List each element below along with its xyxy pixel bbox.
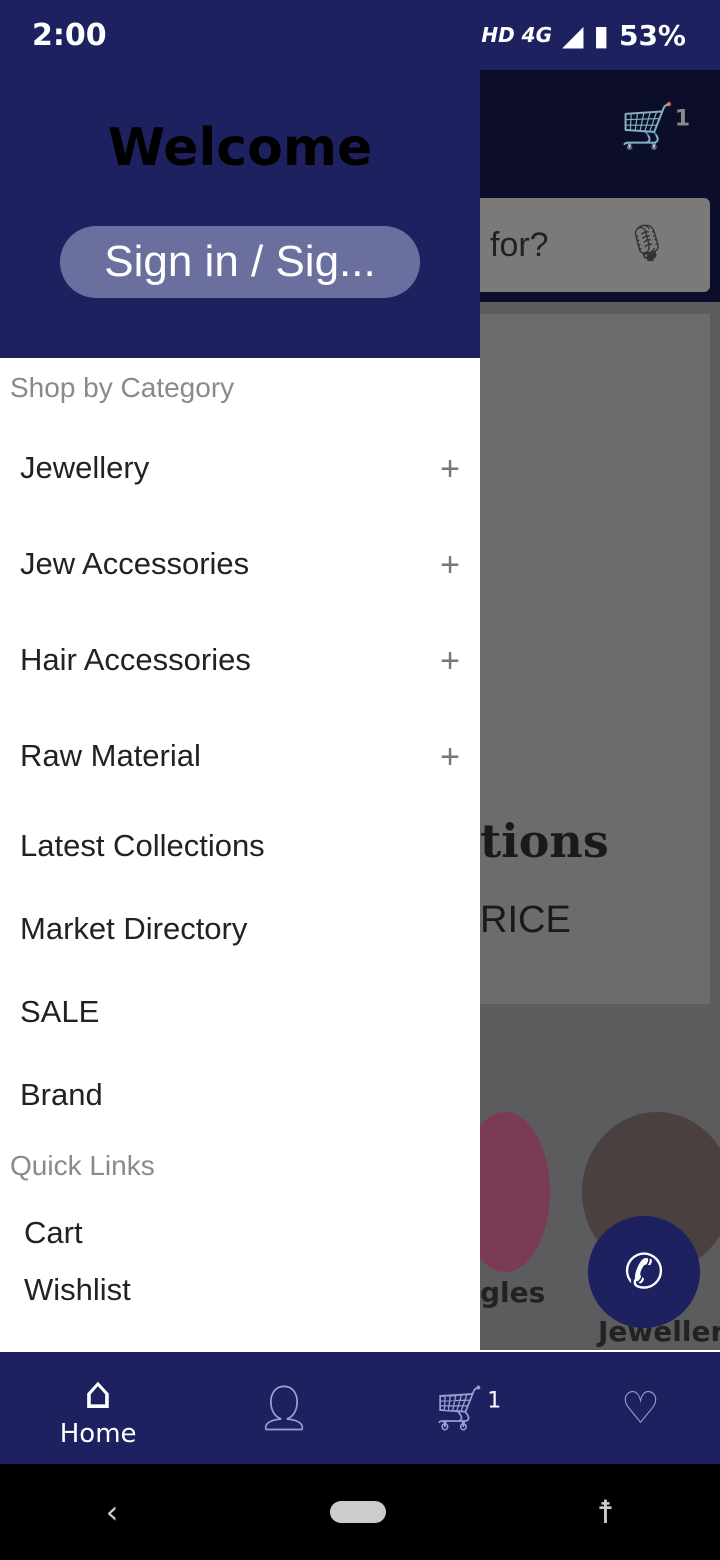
expand-plus-icon[interactable]: +	[440, 546, 460, 585]
menu-item-jewellery[interactable]: Jewellery +	[20, 450, 460, 489]
battery-icon: ▮	[593, 18, 609, 52]
user-icon: 👤︎	[256, 1383, 312, 1434]
menu-item-hair-accessories[interactable]: Hair Accessories +	[20, 642, 460, 681]
menu-label: Market Directory	[20, 911, 248, 946]
whatsapp-icon: ✆	[623, 1244, 665, 1300]
nav-wishlist[interactable]: ♡	[621, 1383, 660, 1434]
time: 2:00	[32, 17, 107, 53]
search-input[interactable]: for? 🎙	[480, 198, 710, 292]
cart-icon[interactable]: 🛒1	[620, 100, 690, 152]
menu-item-wishlist[interactable]: Wishlist	[24, 1272, 464, 1308]
back-icon[interactable]: ‹	[106, 1493, 119, 1531]
banner-subtitle: RICE	[480, 899, 571, 941]
menu-label: Hair Accessories	[20, 642, 251, 677]
home-icon: ⌂	[84, 1367, 113, 1419]
cart-icon: 🛒︎	[431, 1383, 488, 1434]
nav-home-label: Home	[59, 1418, 137, 1449]
menu-label: Raw Material	[20, 738, 201, 773]
menu-label: Latest Collections	[20, 828, 265, 863]
cart-badge: 1	[674, 106, 691, 132]
menu-label: SALE	[20, 994, 100, 1029]
nav-cart[interactable]: 🛒︎1	[431, 1382, 501, 1434]
menu-label: Wishlist	[24, 1272, 131, 1307]
mic-icon[interactable]: 🎙	[624, 222, 670, 264]
section-shop-by-category: Shop by Category	[10, 372, 235, 403]
whatsapp-button[interactable]: ✆	[588, 1216, 700, 1328]
accessibility-icon[interactable]: ☨	[597, 1493, 614, 1531]
signin-button[interactable]: Sign in / Sig...	[60, 226, 420, 298]
menu-item-brand[interactable]: Brand	[20, 1077, 460, 1113]
menu-item-sale[interactable]: SALE	[20, 994, 460, 1030]
nav-home[interactable]: ⌂ Home	[60, 1368, 137, 1449]
navigation-drawer: Welcome Sign in / Sig... Shop by Categor…	[0, 70, 480, 1348]
menu-label: Brand	[20, 1077, 103, 1112]
expand-plus-icon[interactable]: +	[440, 642, 460, 681]
section-quick-links: Quick Links	[10, 1150, 155, 1181]
menu-item-raw-material[interactable]: Raw Material +	[20, 738, 460, 777]
menu-label: Cart	[24, 1215, 83, 1250]
banner-title: tions	[480, 814, 609, 868]
category-label: gles	[480, 1276, 546, 1309]
signal-icon: ◢	[562, 18, 584, 52]
menu-label: Jew Accessories	[20, 546, 250, 581]
home-pill-icon[interactable]	[329, 1501, 386, 1523]
menu-item-latest-collections[interactable]: Latest Collections	[20, 828, 460, 864]
expand-plus-icon[interactable]: +	[440, 738, 460, 777]
nav-account[interactable]: 👤︎	[256, 1382, 312, 1434]
menu-item-jew-accessories[interactable]: Jew Accessories +	[20, 546, 460, 585]
banner[interactable]: tions RICE	[480, 314, 710, 1004]
expand-plus-icon[interactable]: +	[440, 450, 460, 489]
bottom-navigation: ⌂ Home 👤︎ 🛒︎1 ♡	[0, 1352, 720, 1464]
heart-icon: ♡	[620, 1382, 661, 1434]
cart-badge: 1	[487, 1388, 502, 1414]
menu-item-market-directory[interactable]: Market Directory	[20, 911, 460, 947]
battery-level: 53%	[618, 18, 686, 52]
network-indicator: HD 4G	[481, 23, 552, 47]
status-bar: 2:00 HD 4G ◢ ▮ 53%	[0, 0, 720, 70]
welcome-title: Welcome	[107, 118, 373, 178]
background-page: 🛒1 for?🎙 tions RICE gles Jewellery ✆	[460, 70, 720, 1350]
system-navigation-bar: ‹ ☨	[0, 1464, 720, 1560]
search-placeholder: for?	[490, 226, 549, 264]
menu-item-cart[interactable]: Cart	[24, 1215, 464, 1251]
menu-label: Jewellery	[20, 450, 150, 485]
